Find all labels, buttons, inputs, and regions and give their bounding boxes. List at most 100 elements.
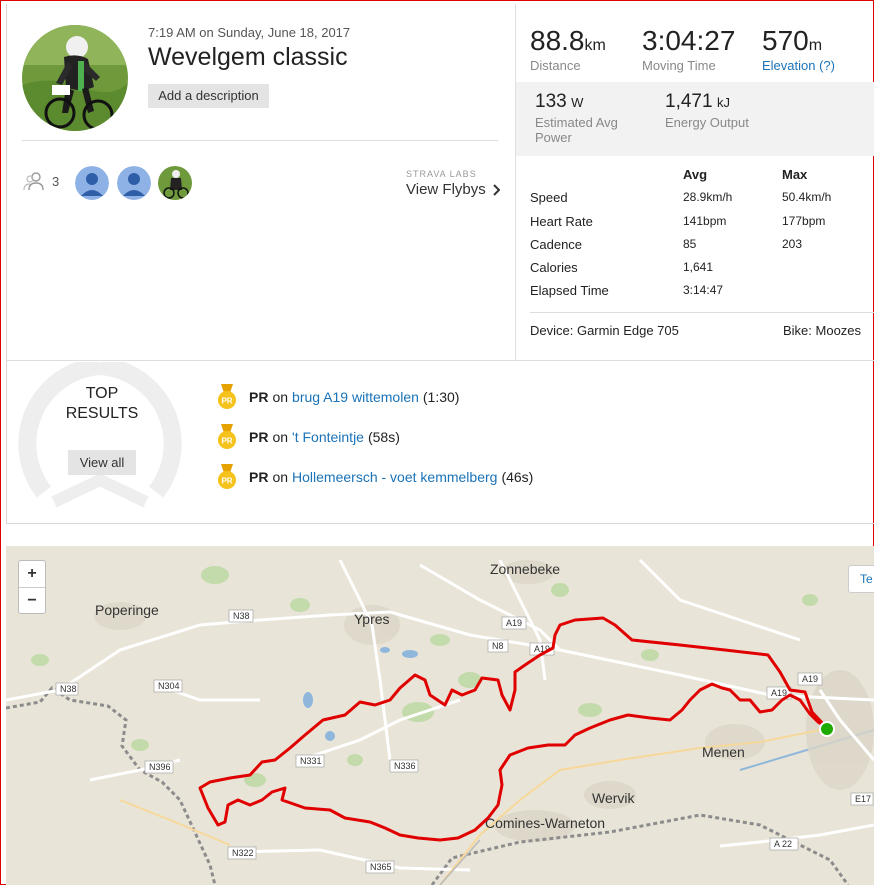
athlete-avatar-2[interactable] <box>117 166 151 200</box>
map-road-label: N8 <box>492 641 504 651</box>
map-place-label: Ypres <box>354 611 390 627</box>
map-road-label: E17 <box>855 794 871 804</box>
map-road-label: N365 <box>370 862 392 872</box>
map-road-label: A19 <box>771 688 787 698</box>
power-value: 133 <box>535 91 567 112</box>
row-avg-heart-rate: 141bpm <box>683 214 727 228</box>
map-place-label: Wervik <box>592 790 636 806</box>
table-header-avg: Avg <box>683 167 708 182</box>
top-results-title: TOP RESULTS <box>22 384 182 424</box>
map-road-label: N304 <box>158 681 180 691</box>
map-road-label: N331 <box>300 756 322 766</box>
svg-text:PR: PR <box>221 397 232 406</box>
top-results-title-line2: RESULTS <box>65 405 139 422</box>
segment-time: (1:30) <box>422 389 460 405</box>
map-place-label: Menen <box>702 744 745 760</box>
pr-on-label: on <box>272 389 289 405</box>
pr-badge-label: PR <box>249 389 269 405</box>
route-start-marker <box>819 721 835 737</box>
stat-energy: 1,471 kJ Energy Output <box>665 91 749 130</box>
row-label-elapsed-time: Elapsed Time <box>530 283 609 298</box>
stat-elevation: 570m Elevation (?) <box>762 25 835 73</box>
pr-badge-label: PR <box>249 429 269 445</box>
strava-labs-label: STRAVA LABS <box>406 169 477 179</box>
segment-time: (46s) <box>501 469 534 485</box>
table-header-max: Max <box>782 167 808 182</box>
segment-link[interactable]: 't Fonteintje <box>292 429 364 445</box>
elevation-help-link[interactable]: Elevation (?) <box>762 58 835 73</box>
elevation-value: 570 <box>762 25 809 56</box>
svg-text:PR: PR <box>221 437 232 446</box>
energy-label: Energy Output <box>665 115 749 130</box>
map-type-button[interactable]: Te <box>848 565 874 593</box>
map-road-label: A19 <box>506 618 522 628</box>
divider <box>6 360 874 361</box>
map-place-label: Zonnebeke <box>490 561 560 577</box>
athlete-count: 3 <box>52 173 60 189</box>
pr-medal-icon: PR <box>218 384 236 409</box>
row-avg-elapsed-time: 3:14:47 <box>683 283 724 297</box>
zoom-out-button[interactable]: − <box>19 587 45 613</box>
map-road-label: N322 <box>232 848 254 858</box>
row-label-speed: Speed <box>530 190 568 205</box>
divider <box>530 312 874 313</box>
segment-link[interactable]: Hollemeersch - voet kemmelberg <box>292 469 497 485</box>
stat-power: 133 W Estimated Avg Power <box>535 91 618 145</box>
map-road-label: N38 <box>60 684 77 694</box>
column-divider <box>515 4 516 360</box>
row-label-cadence: Cadence <box>530 237 583 252</box>
view-flybys-label: View Flybys <box>406 181 486 198</box>
route-map[interactable]: Zonnebeke Poperinge Ypres Menen Wervik C… <box>6 546 874 885</box>
moving-time-value: 3:04:27 <box>642 25 736 56</box>
map-road-label: N336 <box>394 761 416 771</box>
pr-on-label: on <box>272 469 289 485</box>
row-avg-calories: 1,641 <box>683 260 714 274</box>
athlete-avatar-3[interactable] <box>158 166 192 200</box>
group-athletes[interactable]: 3 <box>22 171 59 191</box>
activity-timestamp: 7:19 AM on Sunday, June 18, 2017 <box>148 25 351 40</box>
bike-info: Bike: Moozes <box>783 323 862 338</box>
view-flybys-link[interactable]: View Flybys <box>406 181 500 198</box>
stat-distance: 88.8km Distance <box>530 25 606 73</box>
chevron-right-icon <box>493 183 500 196</box>
power-label-line2: Power <box>535 130 572 145</box>
segment-link[interactable]: brug A19 wittemolen <box>292 389 419 405</box>
map-road-label: A 22 <box>774 839 792 849</box>
stat-moving-time: 3:04:27 Moving Time <box>642 25 735 73</box>
pr-medal-icon: PR <box>218 424 236 449</box>
energy-unit: kJ <box>717 95 730 110</box>
row-label-calories: Calories <box>530 260 578 275</box>
add-description-button[interactable]: Add a description <box>148 84 269 108</box>
top-results-title-line1: TOP <box>85 385 119 402</box>
pr-item: PR PR on 't Fonteintje (58s) <box>216 424 400 450</box>
distance-label: Distance <box>530 58 581 73</box>
elevation-unit: m <box>808 37 823 54</box>
divider <box>22 140 498 141</box>
map-zoom-control: + − <box>18 560 46 614</box>
device-info: Device: Garmin Edge 705 <box>530 323 679 338</box>
power-label-line1: Estimated Avg <box>535 115 618 130</box>
pr-badge-label: PR <box>249 469 269 485</box>
row-max-speed: 50.4km/h <box>782 190 832 204</box>
map-place-label: Poperinge <box>95 602 159 618</box>
map-road-label: N38 <box>233 611 250 621</box>
pr-medal-icon: PR <box>218 464 236 489</box>
athlete-avatar-1[interactable] <box>75 166 109 200</box>
group-icon <box>23 172 44 191</box>
activity-title[interactable]: Wevelgem classic <box>148 43 348 72</box>
map-road-label: A19 <box>802 674 818 684</box>
row-max-heart-rate: 177bpm <box>782 214 826 228</box>
pr-item: PR PR on Hollemeersch - voet kemmelberg … <box>216 464 533 490</box>
athlete-avatar[interactable] <box>22 25 128 131</box>
map-place-label: Comines-Warneton <box>485 815 605 831</box>
distance-value: 88.8 <box>530 25 585 56</box>
row-avg-speed: 28.9km/h <box>683 190 733 204</box>
segment-time: (58s) <box>367 429 400 445</box>
distance-unit: km <box>584 37 606 54</box>
row-avg-cadence: 85 <box>683 237 697 251</box>
pr-item: PR PR on brug A19 wittemolen (1:30) <box>216 384 459 410</box>
map-road-label: N396 <box>149 762 171 772</box>
svg-text:PR: PR <box>221 477 232 486</box>
view-all-button[interactable]: View all <box>68 450 136 475</box>
zoom-in-button[interactable]: + <box>19 561 45 587</box>
